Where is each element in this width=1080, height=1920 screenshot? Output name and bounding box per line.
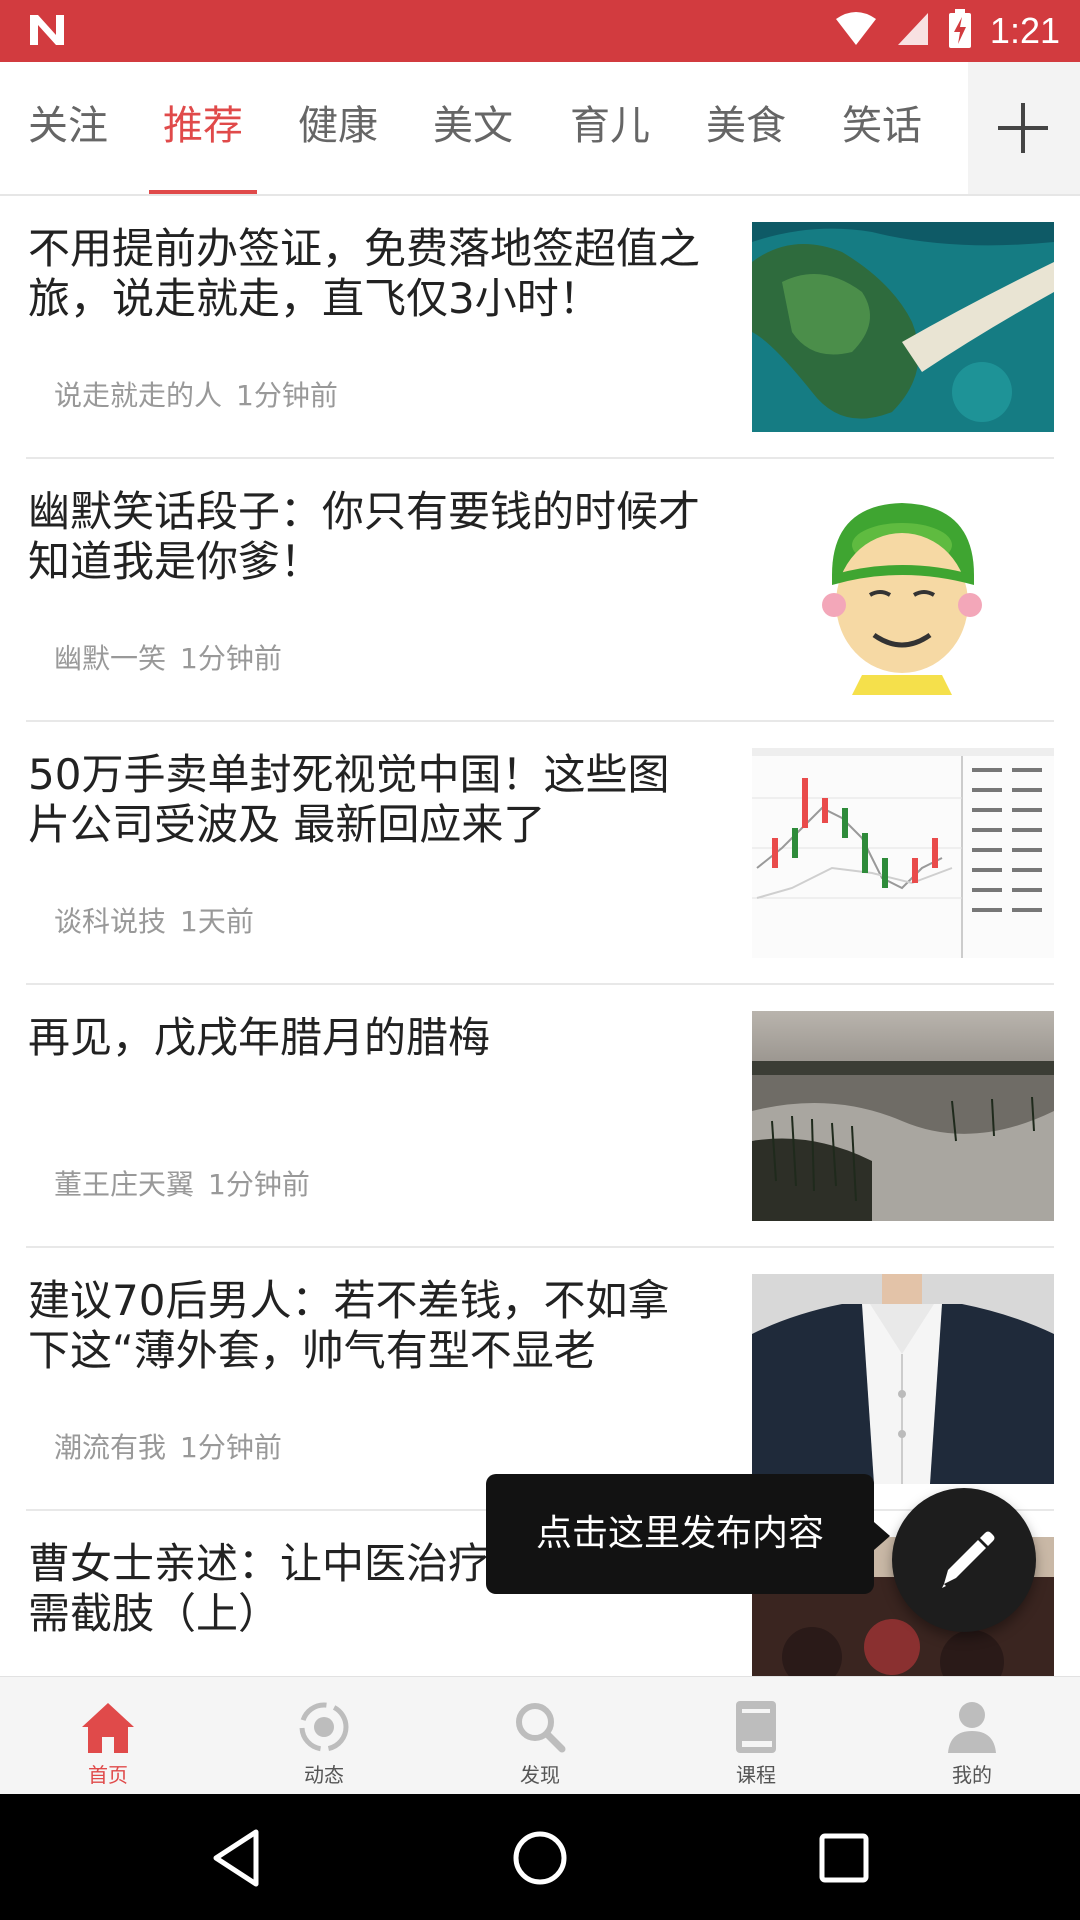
article-time: 1天前 [180,905,254,938]
status-bar: 1:21 [0,0,1080,62]
article-time: 1分钟前 [208,1168,310,1201]
article-title[interactable]: 不用提前办签证，免费落地签超值之旅，说走就走，直飞仅3小时！ [28,224,708,324]
article-title[interactable]: 建议70后男人：若不差钱，不如拿下这“薄外套，帅气有型不显老 [28,1276,708,1376]
nav-profile[interactable]: 我的 [864,1677,1080,1795]
publish-tooltip: 点击这里发布内容 [486,1474,874,1594]
article-source: 说走就走的人 [54,379,223,412]
wifi-icon [834,11,878,51]
article-thumbnail[interactable] [752,1011,1054,1221]
article-item[interactable]: 不用提前办签证，免费落地签超值之旅，说走就走，直飞仅3小时！ 说走就走的人 1分钟… [0,196,1080,459]
article-title[interactable]: 幽默笑话段子：你只有要钱的时候才知道我是你爹！ [28,487,708,587]
article-thumbnail[interactable] [752,1274,1054,1484]
tab-parenting[interactable]: 育儿 [570,62,650,194]
tooltip-arrow [874,1522,890,1550]
nav-discover-label: 发现 [520,1763,560,1787]
nav-home[interactable]: 首页 [0,1677,216,1795]
nav-home-label: 首页 [88,1763,128,1787]
tab-food[interactable]: 美食 [706,62,786,194]
pencil-icon [892,1531,1036,1636]
nav-profile-label: 我的 [952,1763,992,1787]
signal-icon [896,11,930,51]
nav-courses-label: 课程 [736,1763,776,1787]
article-source: 幽默一笑 [54,642,167,675]
system-navigation-bar [0,1794,1080,1920]
nav-activity[interactable]: 动态 [216,1677,432,1795]
publish-button[interactable] [892,1488,1036,1632]
nav-courses[interactable]: 课程 [648,1677,864,1795]
article-time: 1分钟前 [180,1431,282,1464]
tab-health[interactable]: 健康 [298,62,378,194]
home-circle-icon[interactable] [504,1822,576,1894]
home-icon [78,1697,138,1757]
article-time: 1分钟前 [180,642,282,675]
article-thumbnail[interactable] [752,485,1054,695]
article-time: 1分钟前 [236,379,338,412]
article-item[interactable]: 建议70后男人：若不差钱，不如拿下这“薄外套，帅气有型不显老 潮流有我 1分钟前 [0,1248,1080,1511]
article-item[interactable]: 幽默笑话段子：你只有要钱的时候才知道我是你爹！ 幽默一笑 1分钟前 [0,459,1080,722]
article-meta: 幽默一笑 1分钟前 [54,637,282,677]
article-meta: 董王庄天翼 1分钟前 [54,1163,310,1203]
bottom-navigation: 首页 动态 发现 课程 我的 [0,1676,1080,1795]
tab-follow[interactable]: 关注 [28,62,108,194]
book-icon [726,1697,786,1757]
article-feed[interactable]: 不用提前办签证，免费落地签超值之旅，说走就走，直飞仅3小时！ 说走就走的人 1分钟… [0,196,1080,1676]
battery-charging-icon [948,9,972,53]
article-meta: 潮流有我 1分钟前 [54,1426,282,1466]
clock: 1:21 [989,10,1060,51]
n-logo-icon [28,13,66,47]
article-item[interactable]: 50万手卖单封死视觉中国！这些图片公司受波及 最新回应来了 谈科说技 1天前 [0,722,1080,985]
article-thumbnail[interactable] [752,748,1054,958]
add-category-button[interactable] [968,62,1080,194]
article-title[interactable]: 50万手卖单封死视觉中国！这些图片公司受波及 最新回应来了 [28,750,708,850]
article-source: 谈科说技 [54,905,167,938]
back-icon[interactable] [200,1822,272,1894]
article-meta: 谈科说技 1天前 [54,900,254,940]
search-icon [510,1697,570,1757]
article-item[interactable]: 再见，戊戌年腊月的腊梅 董王庄天翼 1分钟前 [0,985,1080,1248]
article-title[interactable]: 再见，戊戌年腊月的腊梅 [28,1013,708,1063]
article-source: 董王庄天翼 [54,1168,195,1201]
tab-jokes[interactable]: 笑话 [842,62,922,194]
category-tabs: 关注 推荐 健康 美文 育儿 美食 笑话 科 [0,62,1080,196]
article-meta: 说走就走的人 1分钟前 [54,374,338,414]
tab-essays[interactable]: 美文 [433,62,513,194]
nav-activity-label: 动态 [304,1763,344,1787]
profile-icon [942,1697,1002,1757]
activity-icon [294,1697,354,1757]
nav-discover[interactable]: 发现 [432,1677,648,1795]
article-thumbnail[interactable] [752,222,1054,432]
recents-icon[interactable] [808,1822,880,1894]
article-source: 潮流有我 [54,1431,167,1464]
tab-recommended[interactable]: 推荐 [149,62,257,194]
